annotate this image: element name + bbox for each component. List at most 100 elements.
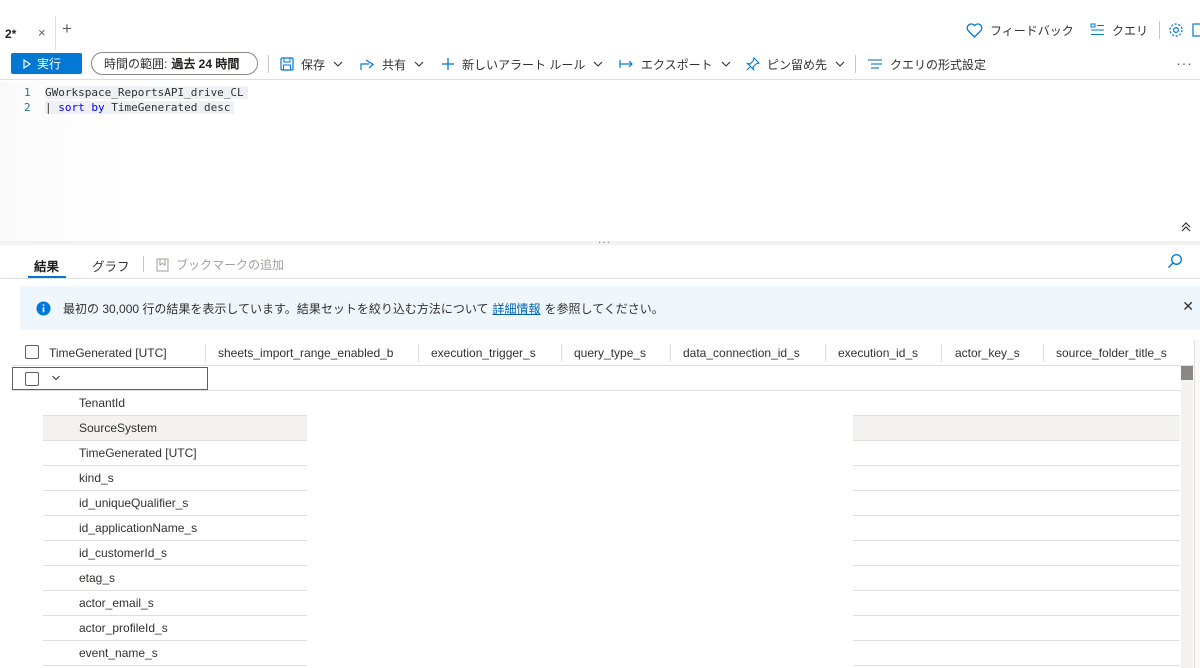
row-checkbox[interactable] xyxy=(25,372,39,386)
column-header[interactable]: query_type_s xyxy=(574,346,646,360)
column-resize-handle[interactable] xyxy=(941,344,942,362)
scrollbar-thumb[interactable] xyxy=(1181,366,1193,380)
settings-button[interactable] xyxy=(1168,20,1191,40)
queries-button[interactable]: クエリ xyxy=(1090,20,1148,40)
column-resize-handle[interactable] xyxy=(1043,344,1044,362)
panel-icon xyxy=(1192,23,1200,37)
column-resize-handle[interactable] xyxy=(205,344,206,362)
code-keyword: sort by xyxy=(58,101,105,114)
list-item[interactable]: etag_s xyxy=(43,566,307,591)
table-row[interactable] xyxy=(853,641,1180,666)
vertical-scrollbar[interactable] xyxy=(1181,366,1193,668)
chevron-down-icon xyxy=(333,61,343,67)
time-range-label: 時間の範囲: xyxy=(104,57,168,71)
results-grid-header: TimeGenerated [UTC] sheets_import_range_… xyxy=(12,340,1194,366)
table-row[interactable] xyxy=(853,441,1180,466)
tab-results[interactable]: 結果 xyxy=(34,256,59,275)
list-item[interactable]: SourceSystem xyxy=(43,416,307,441)
chevron-down-icon xyxy=(593,61,603,67)
export-button[interactable]: エクスポート xyxy=(619,54,731,74)
query-list-icon xyxy=(1090,23,1104,35)
collapse-editor-icon[interactable] xyxy=(1180,221,1192,233)
banner-text-suffix: を参照してください。 xyxy=(544,301,664,316)
add-bookmark-label: ブックマークの追加 xyxy=(176,258,285,272)
format-query-button[interactable]: クエリの形式設定 xyxy=(867,54,986,74)
heart-icon xyxy=(966,22,983,38)
tab-chart[interactable]: グラフ xyxy=(92,256,130,275)
run-button[interactable]: 実行 xyxy=(11,53,82,74)
bookmark-icon xyxy=(156,258,169,271)
divider xyxy=(1159,21,1160,39)
queries-label: クエリ xyxy=(1112,23,1149,38)
close-icon[interactable]: ✕ xyxy=(1182,298,1194,315)
time-range-picker[interactable]: 時間の範囲: 過去 24 時間 xyxy=(91,52,258,75)
column-header[interactable]: sheets_import_range_enabled_b xyxy=(218,346,393,360)
column-header[interactable]: actor_key_s xyxy=(955,346,1020,360)
new-alert-rule-button[interactable]: 新しいアラート ルール xyxy=(441,54,603,74)
list-item[interactable]: kind_s xyxy=(43,466,307,491)
table-row[interactable] xyxy=(853,391,1180,416)
info-banner: 最初の 30,000 行の結果を表示しています。結果セットを絞り込む方法について… xyxy=(20,286,1200,330)
table-row[interactable] xyxy=(853,541,1180,566)
table-row[interactable] xyxy=(853,466,1180,491)
share-icon xyxy=(360,58,374,70)
code-text: TimeGenerated desc xyxy=(104,101,231,114)
list-item[interactable]: TenantId xyxy=(43,391,307,416)
feedback-button[interactable]: フィードバック xyxy=(966,20,1074,40)
column-header[interactable]: execution_trigger_s xyxy=(431,346,536,360)
add-bookmark-button[interactable]: ブックマークの追加 xyxy=(156,256,284,273)
divider xyxy=(855,55,856,73)
query-editor[interactable]: 1 GWorkspace_ReportsAPI_drive_CL 2 | sor… xyxy=(0,81,1200,241)
table-row[interactable] xyxy=(853,591,1180,616)
search-icon[interactable] xyxy=(1167,253,1183,269)
table-row[interactable] xyxy=(853,491,1180,516)
table-row[interactable] xyxy=(853,416,1180,441)
export-arrow-icon xyxy=(619,60,633,68)
pin-to-button[interactable]: ピン留め先 xyxy=(746,54,845,74)
pin-to-label: ピン留め先 xyxy=(767,57,828,72)
table-row[interactable] xyxy=(853,616,1180,641)
line-number: 1 xyxy=(24,86,31,99)
code-line[interactable]: | sort by TimeGenerated desc xyxy=(45,101,235,114)
list-item[interactable]: id_uniqueQualifier_s xyxy=(43,491,307,516)
learn-more-link[interactable]: 詳細情報 xyxy=(492,300,540,317)
share-button[interactable]: 共有 xyxy=(360,54,424,74)
list-item[interactable]: event_name_s xyxy=(43,641,307,666)
more-options-icon[interactable]: ··· xyxy=(1176,55,1193,71)
line-number: 2 xyxy=(24,101,31,114)
close-icon[interactable]: × xyxy=(38,25,46,40)
column-header[interactable]: TimeGenerated [UTC] xyxy=(49,346,167,360)
list-item[interactable]: TimeGenerated [UTC] xyxy=(43,441,307,466)
table-row[interactable] xyxy=(853,516,1180,541)
format-lines-icon xyxy=(868,59,882,69)
query-tab-title: 2* xyxy=(5,27,17,41)
column-header[interactable]: execution_id_s xyxy=(838,346,918,360)
list-item[interactable]: id_applicationName_s xyxy=(43,516,307,541)
column-filter-dropdown[interactable] xyxy=(12,367,208,390)
query-tab[interactable]: 2* × xyxy=(0,16,56,50)
list-item[interactable]: actor_email_s xyxy=(43,591,307,616)
column-resize-handle[interactable] xyxy=(561,344,562,362)
code-line[interactable]: GWorkspace_ReportsAPI_drive_CL xyxy=(45,86,248,99)
save-button[interactable]: 保存 xyxy=(280,54,343,74)
list-item[interactable]: id_customerId_s xyxy=(43,541,307,566)
panel-toggle-button[interactable] xyxy=(1192,20,1200,40)
column-header[interactable]: source_folder_title_s xyxy=(1056,346,1167,360)
format-query-label: クエリの形式設定 xyxy=(890,57,987,72)
banner-text: 最初の 30,000 行の結果を表示しています。結果セットを絞り込む方法について xyxy=(63,301,489,316)
column-resize-handle[interactable] xyxy=(825,344,826,362)
plus-icon xyxy=(442,58,454,70)
active-tab-indicator xyxy=(28,276,66,278)
chevron-down-icon xyxy=(414,61,424,67)
column-resize-handle[interactable] xyxy=(670,344,671,362)
columns-side-panel[interactable] xyxy=(1194,340,1200,668)
select-all-checkbox[interactable] xyxy=(25,345,39,359)
list-item[interactable]: actor_profileId_s xyxy=(43,616,307,641)
column-resize-handle[interactable] xyxy=(418,344,419,362)
code-pipe: | xyxy=(45,101,59,114)
add-tab-icon[interactable]: + xyxy=(62,20,72,37)
drag-handle-icon[interactable]: ··· xyxy=(598,237,611,248)
table-row[interactable] xyxy=(853,566,1180,591)
divider xyxy=(143,256,144,272)
column-header[interactable]: data_connection_id_s xyxy=(683,346,800,360)
